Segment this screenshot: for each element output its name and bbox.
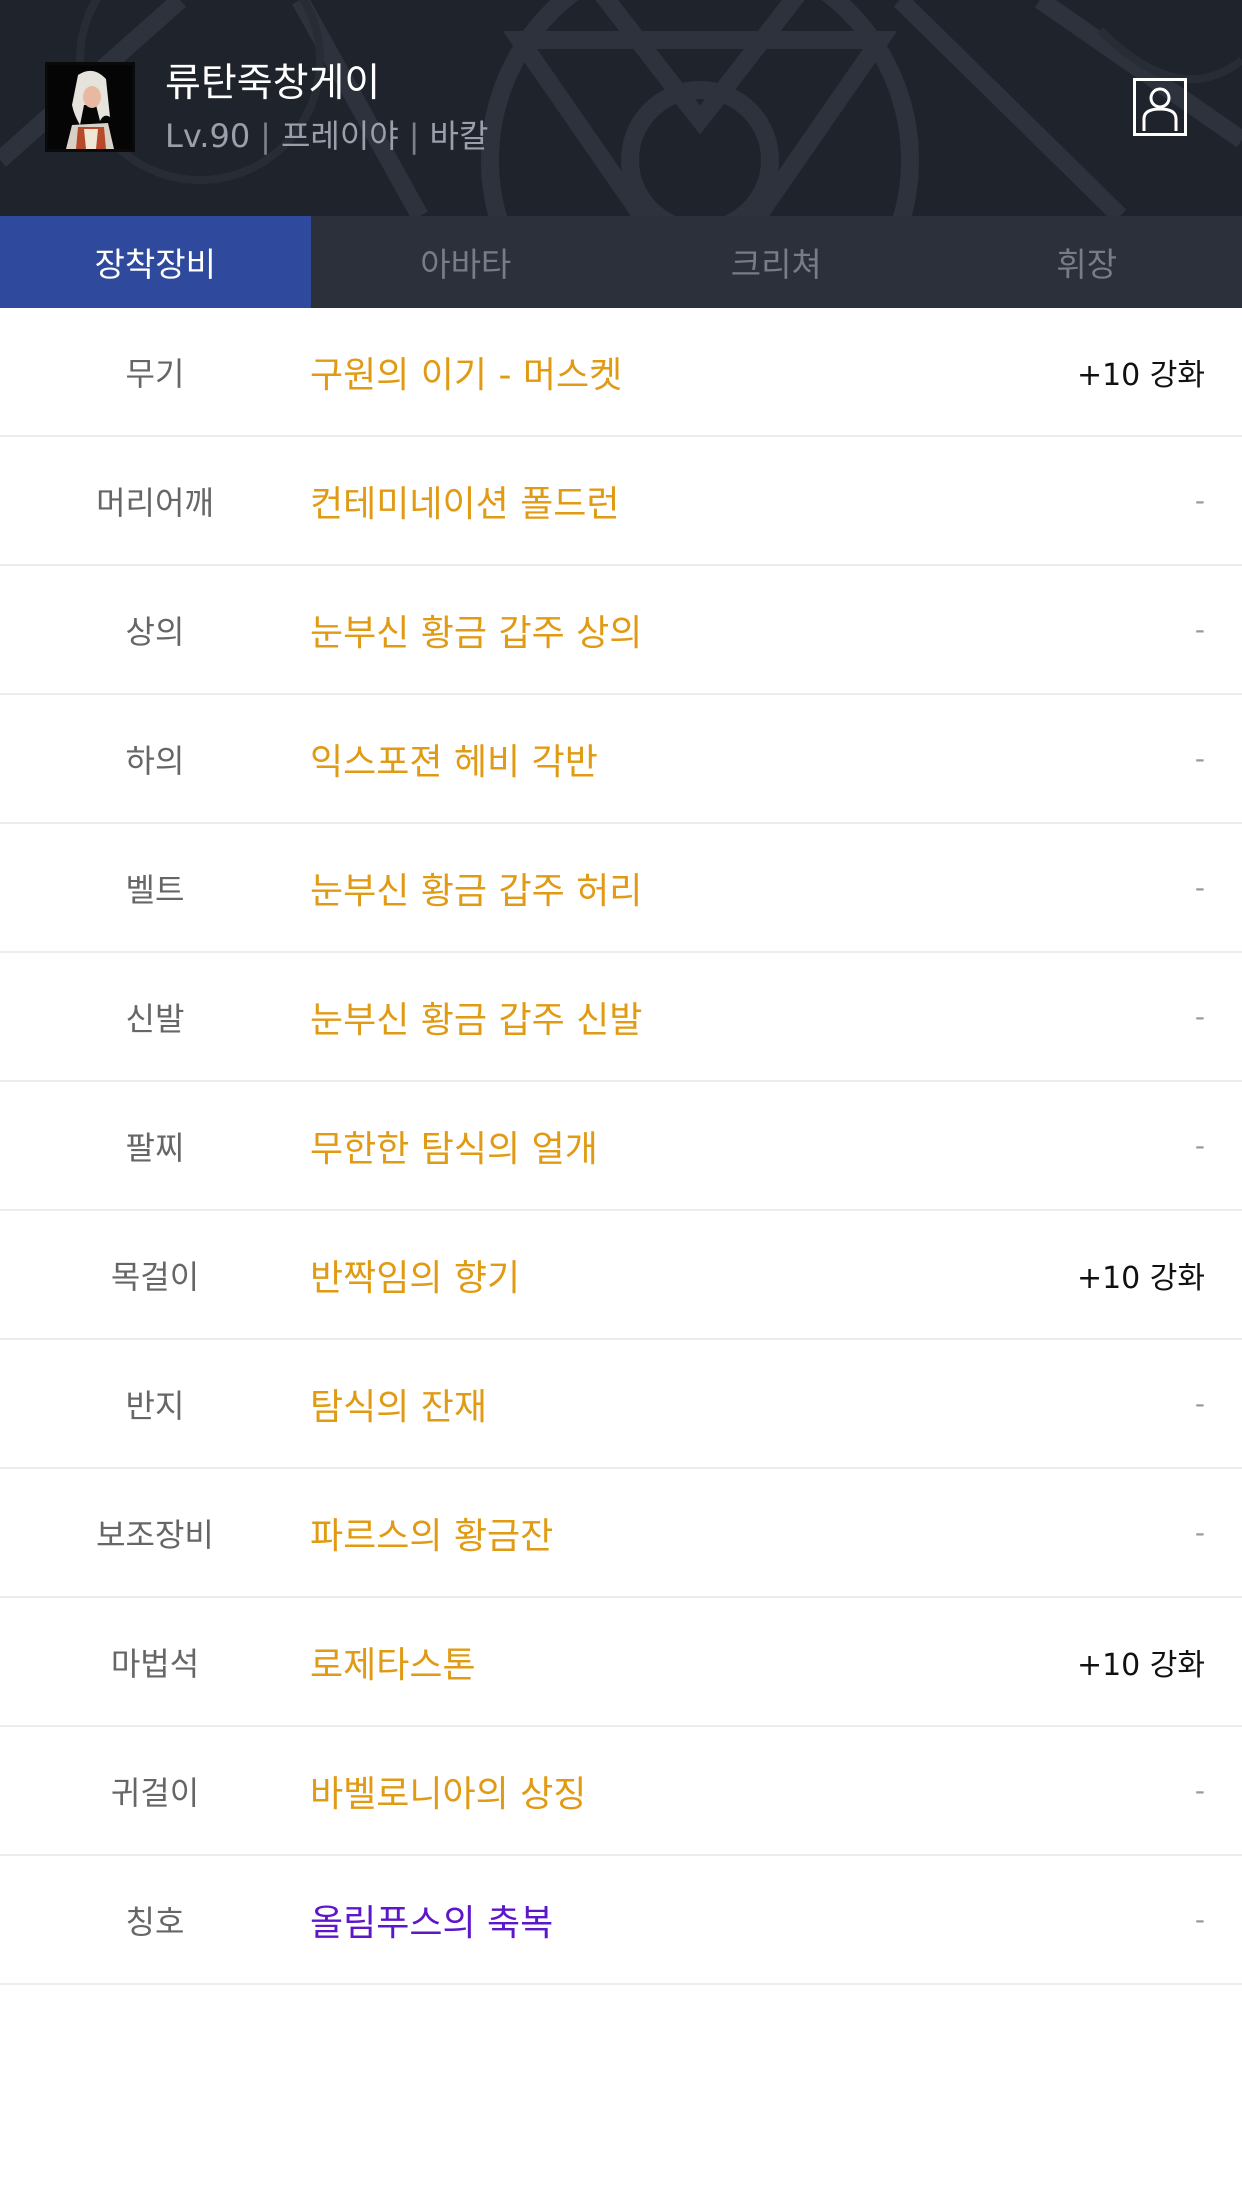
equipment-row[interactable]: 마법석 로제타스톤 +10 강화 [0, 1598, 1242, 1727]
character-level: Lv.90 [165, 117, 251, 155]
equipment-row[interactable]: 하의 익스포젼 헤비 각반 - [0, 695, 1242, 824]
enhance-value: - [1194, 1774, 1205, 1807]
item-name: 눈부신 황금 갑주 상의 [310, 612, 643, 654]
slot-label: 벨트 [125, 870, 185, 909]
enhance-value: - [1194, 613, 1205, 646]
slot-label: 하의 [125, 741, 185, 780]
character-header: 류탄죽창게이 Lv.90 | 프레이야 | 바칼 [0, 0, 1242, 216]
item-name: 올림푸스의 축복 [310, 1902, 554, 1944]
enhance-value: - [1194, 1516, 1205, 1549]
slot-label: 칭호 [125, 1902, 185, 1941]
character-name: 류탄죽창게이 [165, 61, 381, 106]
enhance-value: - [1194, 1387, 1205, 1420]
enhance-value: - [1194, 484, 1205, 517]
equipment-tab-bar: 장착장비 아바타 크리쳐 휘장 [0, 216, 1242, 308]
equipment-row[interactable]: 목걸이 반짝임의 향기 +10 강화 [0, 1211, 1242, 1340]
tab-creature[interactable]: 크리쳐 [621, 216, 932, 308]
equipment-row[interactable]: 상의 눈부신 황금 갑주 상의 - [0, 566, 1242, 695]
item-name: 바벨로니아의 상징 [310, 1773, 587, 1815]
item-name: 눈부신 황금 갑주 신발 [310, 999, 643, 1041]
character-class: 프레이야 [280, 117, 399, 155]
equipment-row[interactable]: 반지 탐식의 잔재 - [0, 1340, 1242, 1469]
slot-label: 보조장비 [96, 1515, 214, 1554]
enhance-value: +10 강화 [1076, 1647, 1205, 1683]
slot-label: 신발 [125, 999, 185, 1038]
equipment-row[interactable]: 벨트 눈부신 황금 갑주 허리 - [0, 824, 1242, 953]
slot-label: 귀걸이 [110, 1773, 200, 1812]
slot-label: 마법석 [110, 1644, 200, 1683]
item-name: 로제타스톤 [310, 1644, 476, 1686]
equipment-row[interactable]: 귀걸이 바벨로니아의 상징 - [0, 1727, 1242, 1856]
equipment-row[interactable]: 칭호 올림푸스의 축복 - [0, 1856, 1242, 1985]
item-name: 파르스의 황금잔 [310, 1515, 554, 1557]
equipment-row[interactable]: 무기 구원의 이기 - 머스켓 +10 강화 [0, 308, 1242, 437]
enhance-value: - [1194, 1903, 1205, 1936]
item-name: 무한한 탐식의 얼개 [310, 1128, 598, 1170]
character-portrait-icon [45, 62, 135, 152]
info-separator: | [260, 117, 271, 155]
equipment-list: 무기 구원의 이기 - 머스켓 +10 강화 머리어깨 컨테미네이션 폴드런 -… [0, 308, 1242, 1985]
info-separator: | [408, 117, 420, 155]
equipment-row[interactable]: 머리어깨 컨테미네이션 폴드런 - [0, 437, 1242, 566]
enhance-value: - [1194, 1000, 1205, 1033]
person-icon [1142, 87, 1178, 131]
tab-emblem[interactable]: 휘장 [932, 216, 1242, 308]
item-name: 탐식의 잔재 [310, 1386, 488, 1428]
enhance-value: - [1194, 742, 1205, 775]
slot-label: 상의 [125, 612, 185, 651]
character-info: Lv.90 | 프레이야 | 바칼 [165, 114, 488, 158]
slot-label: 머리어깨 [96, 483, 214, 522]
slot-label: 팔찌 [125, 1128, 185, 1167]
equipment-row[interactable]: 팔찌 무한한 탐식의 얼개 - [0, 1082, 1242, 1211]
enhance-value: - [1194, 1129, 1205, 1162]
item-name: 컨테미네이션 폴드런 [310, 483, 620, 525]
enhance-value: - [1194, 871, 1205, 904]
item-name: 익스포젼 헤비 각반 [310, 741, 598, 783]
tab-avatar[interactable]: 아바타 [311, 216, 622, 308]
tab-equipped[interactable]: 장착장비 [0, 216, 311, 308]
character-server: 바칼 [429, 117, 489, 155]
enhance-value: +10 강화 [1076, 357, 1205, 393]
item-name: 눈부신 황금 갑주 허리 [310, 870, 643, 912]
slot-label: 반지 [125, 1386, 185, 1425]
profile-button[interactable] [1133, 78, 1187, 136]
slot-label: 목걸이 [110, 1257, 200, 1296]
equipment-row[interactable]: 보조장비 파르스의 황금잔 - [0, 1469, 1242, 1598]
item-name: 반짝임의 향기 [310, 1257, 521, 1299]
slot-label: 무기 [125, 354, 185, 393]
item-name: 구원의 이기 - 머스켓 [310, 354, 623, 396]
equipment-row[interactable]: 신발 눈부신 황금 갑주 신발 - [0, 953, 1242, 1082]
enhance-value: +10 강화 [1076, 1260, 1205, 1296]
